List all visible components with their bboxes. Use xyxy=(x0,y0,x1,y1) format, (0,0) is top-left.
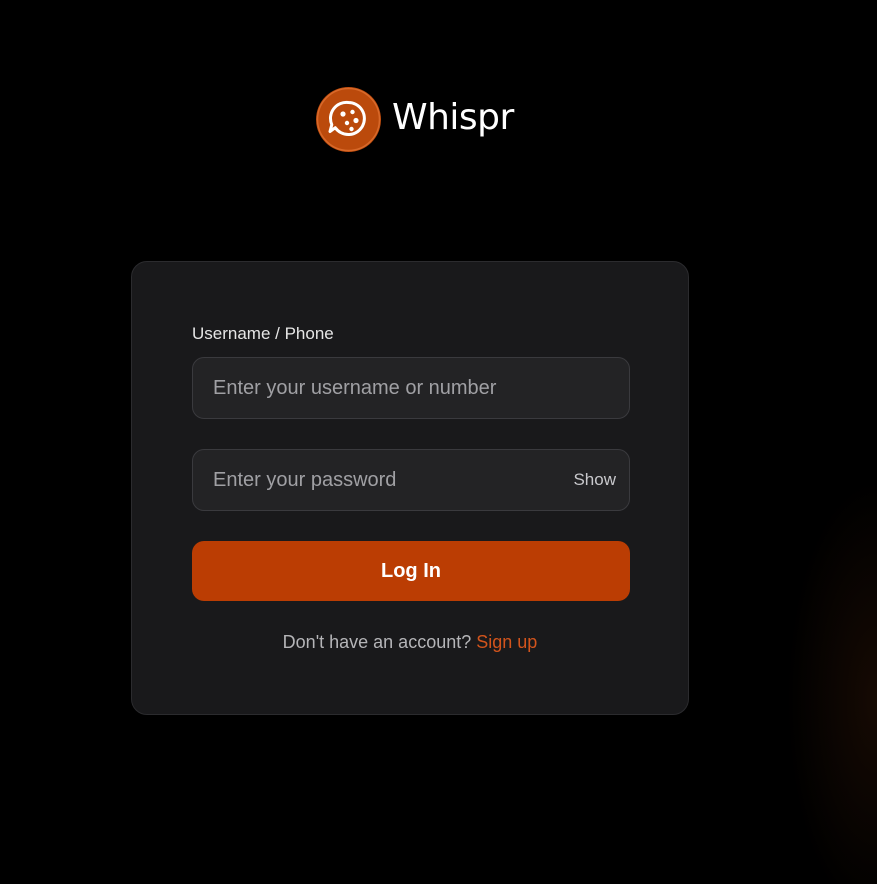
chat-bubble-dots-icon xyxy=(316,87,381,152)
signup-prompt: Don't have an account? xyxy=(282,632,472,652)
username-label: Username / Phone xyxy=(192,324,334,343)
login-page: Whispr Username / Phone Show Log In Don'… xyxy=(0,0,877,884)
login-card: Username / Phone Show Log In Don't have … xyxy=(131,261,689,715)
signup-link[interactable]: Sign up xyxy=(476,632,537,652)
password-field-container: Show xyxy=(192,449,630,511)
login-button[interactable]: Log In xyxy=(192,541,630,601)
show-password-button[interactable]: Show xyxy=(573,450,616,510)
username-input[interactable] xyxy=(193,358,629,418)
brand-header: Whispr xyxy=(316,87,514,152)
username-field-container xyxy=(192,357,630,419)
signup-row: Don't have an account? Sign up xyxy=(132,632,688,653)
password-input[interactable] xyxy=(193,450,629,510)
brand-name: Whispr xyxy=(392,97,514,138)
